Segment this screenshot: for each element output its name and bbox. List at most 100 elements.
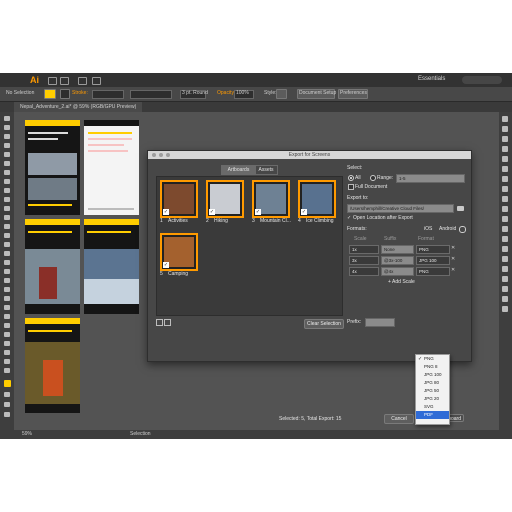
artboard-activities[interactable] <box>25 120 80 215</box>
eraser-tool-icon[interactable] <box>4 224 10 229</box>
slice-tool-icon[interactable] <box>4 350 10 355</box>
artboard-thumb-1[interactable]: ✓ <box>160 180 198 218</box>
artboard-mountain-climbing[interactable] <box>25 219 80 314</box>
format-option-png8[interactable]: PNG 8 <box>416 363 449 371</box>
fill-color-icon[interactable] <box>4 380 11 387</box>
fill-swatch[interactable] <box>44 89 56 99</box>
format-select[interactable]: PNG <box>416 245 450 254</box>
checkbox-checked-icon[interactable]: ✓ <box>163 209 169 215</box>
all-radio[interactable] <box>348 175 354 181</box>
remove-scale-icon[interactable]: ✕ <box>451 267 455 273</box>
color-mode-icon[interactable] <box>4 392 10 397</box>
pencil-tool-icon[interactable] <box>4 215 10 220</box>
artboard-thumb-2[interactable]: ✓ <box>206 180 244 218</box>
type-tool-icon[interactable] <box>4 170 10 175</box>
format-option-jpg20[interactable]: JPG 20 <box>416 395 449 403</box>
remove-scale-icon[interactable]: ✕ <box>451 256 455 262</box>
arrange-documents-icon[interactable] <box>78 77 87 85</box>
brush-definition[interactable]: 3 pt. Round <box>182 90 208 96</box>
android-preset-button[interactable]: Android <box>439 226 456 232</box>
preferences-button[interactable]: Preferences <box>340 90 367 96</box>
artboard-thumb-4[interactable]: ✓ <box>298 180 336 218</box>
align-panel-icon[interactable] <box>502 266 508 272</box>
format-option-png[interactable]: ✓ PNG <box>416 355 449 363</box>
paintbrush-tool-icon[interactable] <box>4 197 10 202</box>
asset-export-panel-icon[interactable] <box>502 256 508 262</box>
rectangle-tool-icon[interactable] <box>4 188 10 193</box>
checkbox-checked-icon[interactable]: ✓ <box>163 262 169 268</box>
gradient-tool-icon[interactable] <box>4 296 10 301</box>
format-option-pdf[interactable]: PDF <box>416 411 449 419</box>
artboard-ice-climbing[interactable] <box>84 219 139 314</box>
list-view-icon[interactable] <box>164 319 171 326</box>
selection-tool-icon[interactable] <box>4 116 10 121</box>
pathfinder-panel-icon[interactable] <box>502 276 508 282</box>
appearance-panel-icon[interactable] <box>502 216 508 222</box>
zoom-level[interactable]: 59% <box>22 431 32 437</box>
prefix-input[interactable] <box>365 318 395 327</box>
suffix-input[interactable]: @3x-100 <box>381 256 414 265</box>
lasso-tool-icon[interactable] <box>4 143 10 148</box>
checkbox-checked-icon[interactable]: ✓ <box>301 209 307 215</box>
format-select[interactable]: JPG 100 <box>416 256 450 265</box>
opacity-value[interactable]: 100% <box>236 90 249 96</box>
direct-selection-tool-icon[interactable] <box>4 125 10 130</box>
magic-wand-tool-icon[interactable] <box>4 134 10 139</box>
format-select[interactable]: PNG <box>416 267 450 276</box>
cancel-button[interactable]: Cancel <box>384 414 414 424</box>
artboard-thumb-3[interactable]: ✓ <box>252 180 290 218</box>
tab-assets[interactable]: Assets <box>254 165 278 175</box>
graphic-style-picker[interactable] <box>276 89 287 99</box>
transform-panel-icon[interactable] <box>502 286 508 292</box>
clear-selection-button[interactable]: Clear Selection <box>304 319 344 329</box>
graphic-styles-panel-icon[interactable] <box>502 226 508 232</box>
swatches-panel-icon[interactable] <box>502 156 508 162</box>
range-input[interactable]: 1-5 <box>396 174 465 183</box>
color-guide-panel-icon[interactable] <box>502 146 508 152</box>
column-graph-tool-icon[interactable] <box>4 332 10 337</box>
rotate-tool-icon[interactable] <box>4 233 10 238</box>
paragraph-panel-icon[interactable] <box>502 306 508 312</box>
status-tool[interactable]: Selection <box>130 431 151 437</box>
brushes-panel-icon[interactable] <box>502 166 508 172</box>
gradient-panel-icon[interactable] <box>502 196 508 202</box>
scale-select[interactable]: 4x <box>349 267 379 276</box>
layers-panel-icon[interactable] <box>502 236 508 242</box>
draw-mode-icon[interactable] <box>4 402 10 407</box>
close-window-icon[interactable] <box>152 153 156 157</box>
gear-icon[interactable] <box>459 226 466 233</box>
transparency-panel-icon[interactable] <box>502 206 508 212</box>
format-option-jpg100[interactable]: JPG 100 <box>416 371 449 379</box>
ios-preset-button[interactable]: iOS <box>424 226 432 232</box>
curvature-tool-icon[interactable] <box>4 161 10 166</box>
scale-select[interactable]: 1x <box>349 245 379 254</box>
shaper-tool-icon[interactable] <box>4 206 10 211</box>
stroke-panel-icon[interactable] <box>502 186 508 192</box>
scale-tool-icon[interactable] <box>4 242 10 247</box>
stock-icon[interactable] <box>60 77 69 85</box>
add-scale-button[interactable]: + Add Scale <box>388 279 415 285</box>
mesh-tool-icon[interactable] <box>4 287 10 292</box>
help-search-input[interactable] <box>462 76 502 84</box>
bridge-icon[interactable] <box>48 77 57 85</box>
format-option-jpg80[interactable]: JPG 80 <box>416 379 449 387</box>
export-path-input[interactable]: /Users/hemphill/Creative Cloud Files/ <box>347 204 454 213</box>
document-tab[interactable]: Nepal_Adventure_2.ai* @ 59% (RGB/GPU Pre… <box>14 102 143 112</box>
zoom-window-icon[interactable] <box>166 153 170 157</box>
stroke-swatch[interactable] <box>60 89 70 99</box>
minimize-window-icon[interactable] <box>159 153 163 157</box>
tab-artboards[interactable]: Artboards <box>221 165 256 175</box>
artboard-thumb-5[interactable]: ✓ <box>160 233 198 271</box>
libraries-panel-icon[interactable] <box>502 126 508 132</box>
open-location-checkmark-icon[interactable]: ✓ <box>347 215 351 221</box>
document-setup-button[interactable]: Document Setup <box>299 90 336 96</box>
stroke-weight-field[interactable] <box>92 90 124 99</box>
shape-builder-tool-icon[interactable] <box>4 269 10 274</box>
properties-panel-icon[interactable] <box>502 116 508 122</box>
format-option-jpg50[interactable]: JPG 50 <box>416 387 449 395</box>
zoom-tool-icon[interactable] <box>4 368 10 373</box>
checkbox-checked-icon[interactable]: ✓ <box>209 209 215 215</box>
opacity-label[interactable]: Opacity: <box>217 90 235 96</box>
width-tool-icon[interactable] <box>4 251 10 256</box>
suffix-input[interactable]: None <box>381 245 414 254</box>
